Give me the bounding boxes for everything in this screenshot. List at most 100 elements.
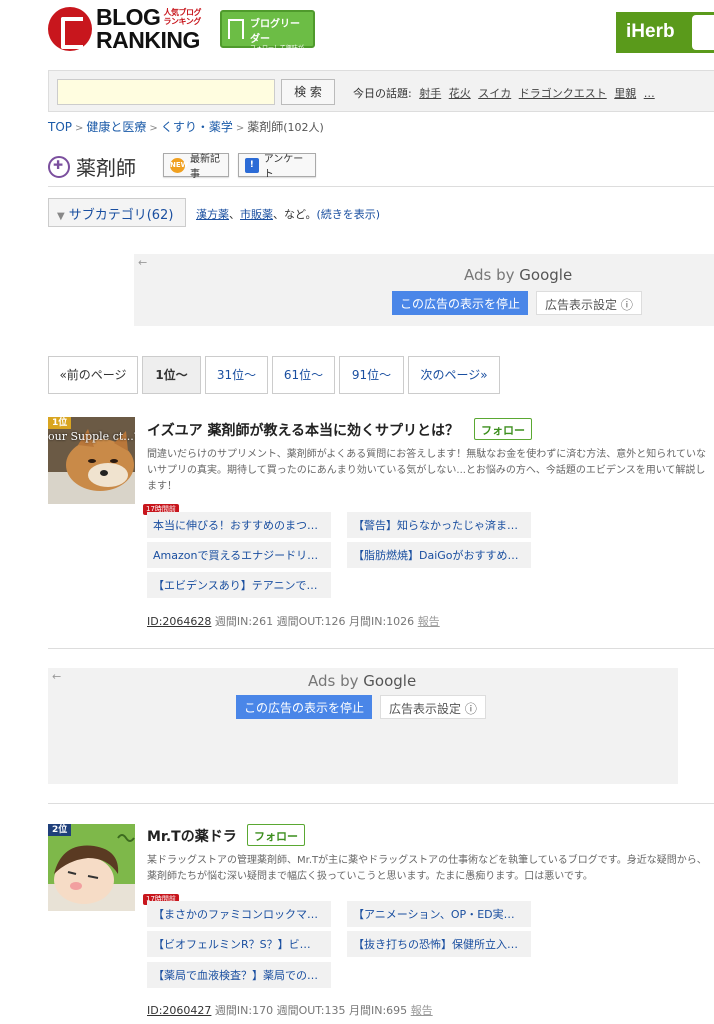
- rank-badge: 1位: [48, 417, 72, 429]
- breadcrumb-pharmacy[interactable]: くすり・薬学: [161, 120, 233, 134]
- medical-cross-icon: [48, 155, 70, 178]
- report-link[interactable]: 報告: [418, 615, 440, 628]
- rank-badge: 2位: [48, 824, 72, 836]
- breadcrumb-top[interactable]: TOP: [48, 120, 72, 134]
- survey-label: アンケート: [263, 154, 304, 180]
- search-input[interactable]: [57, 79, 275, 105]
- subcategory-link[interactable]: 市販薬: [240, 208, 273, 221]
- blog-id-link[interactable]: ID:2064628: [147, 615, 211, 628]
- today-topics: 今日の話題: 射手 花火 スイカ ドラゴンクエスト 里親 …: [353, 85, 655, 101]
- pager-page[interactable]: 31位〜: [205, 356, 268, 394]
- blog-ranking-logo[interactable]: BLOG 人気ブログ ランキング RANKING: [48, 6, 210, 52]
- logo-line2: RANKING: [96, 27, 200, 53]
- topics-more-link[interactable]: …: [644, 87, 655, 100]
- logo-small-text: 人気ブログ ランキング: [163, 8, 201, 26]
- thumbnail-overlay-text: our Supple ct...?: [48, 430, 135, 443]
- divider: [48, 648, 714, 649]
- subcategory-suffix: 、など。: [273, 208, 317, 221]
- blog-reader-button[interactable]: ブログリーダー フォローして興味がある ブログをチェックしよう!: [220, 10, 315, 66]
- pager-page[interactable]: 91位〜: [339, 356, 404, 394]
- blog-reader-title: ブログリーダー: [250, 19, 300, 45]
- subcategory-link[interactable]: 漢方薬: [196, 208, 229, 221]
- subcategory-comma: 、: [229, 208, 240, 221]
- topic-link[interactable]: 里親: [614, 87, 636, 100]
- article-link[interactable]: Amazonで買えるエナジードリ…: [147, 542, 331, 568]
- pager-next[interactable]: 次のページ»: [408, 356, 500, 394]
- ad-settings-button[interactable]: 広告表示設定 ⓘ: [536, 291, 642, 315]
- blog-title-link[interactable]: Mr.Tの薬ドラ: [147, 826, 237, 846]
- ad-banner: ← Ads by Google この広告の表示を停止 広告表示設定 ⓘ: [48, 668, 678, 784]
- ads-by-label: Ads by: [308, 672, 359, 690]
- blog-stats: ID:2060427 週間IN:170 週間OUT:135 月間IN:695 報…: [147, 1002, 433, 1018]
- new-icon: NEW: [170, 157, 188, 173]
- back-arrow-icon[interactable]: ←: [138, 256, 147, 269]
- survey-icon: !: [245, 157, 259, 173]
- subcategory-more-link[interactable]: (続きを表示): [316, 208, 380, 221]
- ads-by-google: Ads by Google: [464, 266, 572, 284]
- blog-id-link[interactable]: ID:2060427: [147, 1004, 211, 1017]
- pager-page[interactable]: 61位〜: [272, 356, 335, 394]
- subcategory-label: サブカテゴリ(62): [68, 208, 174, 223]
- blog-description: 某ドラッグストアの管理薬剤師、Mr.Tが主に薬やドラッグストアの仕事術などを執筆…: [147, 855, 707, 882]
- ads-by-label: Ads by: [464, 266, 515, 284]
- topics-label: 今日の話題:: [353, 87, 412, 100]
- article-link[interactable]: 【脂肪燃焼】DaiGoがおすすめ…: [347, 542, 531, 568]
- survey-button[interactable]: ! アンケート: [238, 153, 316, 180]
- pager-page-current[interactable]: 1位〜: [142, 356, 201, 394]
- breadcrumb-separator: >: [235, 123, 245, 134]
- topic-link[interactable]: 花火: [449, 87, 471, 100]
- logo-line1: BLOG: [96, 4, 161, 30]
- ad-banner: ← Ads by Google この広告の表示を停止 広告表示設定 ⓘ: [134, 254, 714, 326]
- latest-articles-button[interactable]: NEW 最新記事: [163, 153, 229, 180]
- article-link[interactable]: 【抜き打ちの恐怖】保健所立入…: [347, 931, 531, 957]
- article-link[interactable]: 【アニメーション、OP・ED実…: [347, 901, 531, 927]
- cartoon-character-image: [48, 824, 135, 911]
- breadcrumb-current: 薬剤師: [247, 120, 284, 134]
- blog-title-link[interactable]: イズユア 薬剤師が教える本当に効くサプリとは？: [147, 420, 459, 440]
- page-title: 薬剤師: [76, 156, 136, 180]
- topic-link[interactable]: 射手: [419, 87, 441, 100]
- iherb-banner[interactable]: iHerb: [616, 12, 714, 53]
- follow-button[interactable]: フォロー: [247, 824, 305, 846]
- blog-ranking-logo-icon: [48, 7, 92, 51]
- topic-link[interactable]: スイカ: [478, 87, 511, 100]
- breadcrumb-health[interactable]: 健康と医療: [86, 120, 146, 134]
- blog-stats-text: 週間IN:261 週間OUT:126 月間IN:1026: [211, 615, 418, 628]
- blog-thumbnail[interactable]: 2位: [48, 824, 135, 911]
- blog-reader-subtitle: フォローして興味がある ブログをチェックしよう!: [250, 45, 306, 67]
- search-button[interactable]: 検 索: [281, 79, 335, 105]
- google-label: Google: [519, 266, 573, 284]
- subcategory-toggle[interactable]: ▼ サブカテゴリ(62): [48, 198, 186, 227]
- breadcrumb-separator: >: [149, 123, 158, 134]
- article-link[interactable]: 【エビデンスあり】テアニンで…: [147, 572, 331, 598]
- divider: [48, 803, 714, 804]
- article-link[interactable]: 【まさかのファミコンロックマ…: [147, 901, 331, 927]
- stop-ad-button[interactable]: この広告の表示を停止: [392, 291, 529, 315]
- article-link[interactable]: 【ビオフェルミンR？S？】ビ…: [147, 931, 331, 957]
- back-arrow-icon[interactable]: ←: [52, 670, 61, 683]
- triangle-down-icon: ▼: [57, 211, 65, 222]
- ads-by-google: Ads by Google: [308, 672, 416, 690]
- blog-thumbnail[interactable]: our Supple ct...? 1位: [48, 417, 135, 504]
- article-link[interactable]: 【薬局で血液検査？】薬局での…: [147, 962, 331, 988]
- blog-stats: ID:2064628 週間IN:261 週間OUT:126 月間IN:1026 …: [147, 613, 440, 629]
- article-link[interactable]: 本当に伸びる！おすすめのまつ…: [147, 512, 331, 538]
- blog-stats-text: 週間IN:170 週間OUT:135 月間IN:695: [211, 1004, 411, 1017]
- logo-wordmark: BLOG 人気ブログ ランキング RANKING: [96, 6, 201, 52]
- breadcrumb-separator: >: [75, 123, 84, 134]
- latest-articles-label: 最新記事: [190, 154, 220, 180]
- topic-link[interactable]: ドラゴンクエスト: [519, 87, 607, 100]
- follow-button[interactable]: フォロー: [474, 418, 532, 440]
- category-heading: 薬剤師: [48, 152, 136, 181]
- pager-prev[interactable]: «前のページ: [48, 356, 138, 394]
- report-link[interactable]: 報告: [411, 1004, 433, 1017]
- search-bar: 検 索 今日の話題: 射手 花火 スイカ ドラゴンクエスト 里親 …: [48, 70, 714, 112]
- article-link[interactable]: 【警告】知らなかったじゃ済ま…: [347, 512, 531, 538]
- site-header: BLOG 人気ブログ ランキング RANKING ブログリーダー フォローして興味…: [0, 0, 714, 66]
- breadcrumb-count: (102人): [283, 121, 324, 134]
- ad-settings-button[interactable]: 広告表示設定 ⓘ: [380, 695, 486, 719]
- iherb-label: iHerb: [626, 21, 675, 42]
- stop-ad-button[interactable]: この広告の表示を停止: [236, 695, 373, 719]
- bookmark-icon: [228, 19, 244, 39]
- google-label: Google: [363, 672, 417, 690]
